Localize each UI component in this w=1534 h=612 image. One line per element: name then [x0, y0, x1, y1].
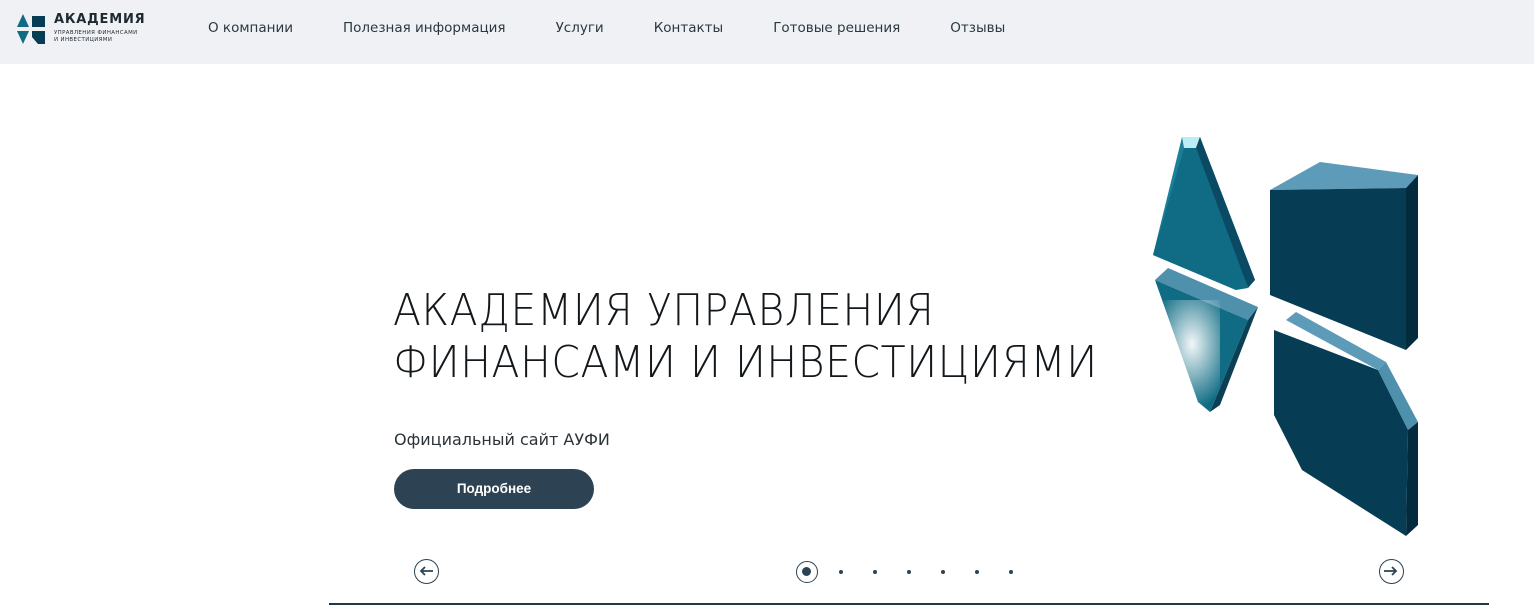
hero-title-line1: АКАДЕМИЯ УПРАВЛЕНИЯ: [393, 285, 935, 336]
nav-item-contacts[interactable]: Контакты: [654, 19, 723, 37]
nav-item-services[interactable]: Услуги: [556, 19, 604, 37]
slider-dot-7[interactable]: [1009, 570, 1013, 574]
site-header: АКАДЕМИЯ УПРАВЛЕНИЯ ФИНАНСАМИ И ИНВЕСТИЦ…: [0, 0, 1534, 64]
logo-subtitle-line2: И ИНВЕСТИЦИЯМИ: [54, 36, 113, 43]
logo-mark-icon: [17, 14, 45, 44]
logo-title: АКАДЕМИЯ: [54, 12, 146, 27]
slider-next-button[interactable]: [1379, 559, 1404, 584]
slider-dot-4[interactable]: [907, 570, 911, 574]
logo-subtitle: УПРАВЛЕНИЯ ФИНАНСАМИ И ИНВЕСТИЦИЯМИ: [54, 30, 164, 43]
arrow-right-icon: [1384, 566, 1398, 576]
slider-dot-2[interactable]: [839, 570, 843, 574]
hero-title-line2: ФИНАНСАМИ И ИНВЕСТИЦИЯМИ: [393, 337, 1098, 388]
slider-dot-3[interactable]: [873, 570, 877, 574]
hero-title: АКАДЕМИЯ УПРАВЛЕНИЯ ФИНАНСАМИ И ИНВЕСТИЦ…: [393, 285, 1098, 389]
slider-dot-5[interactable]: [941, 570, 945, 574]
nav-item-reviews[interactable]: Отзывы: [950, 19, 1005, 37]
nav-item-about[interactable]: О компании: [208, 19, 293, 37]
section-divider: [329, 603, 1489, 605]
more-button[interactable]: Подробнее: [394, 469, 594, 509]
slider-dot-1[interactable]: [796, 561, 818, 583]
nav-item-useful-info[interactable]: Полезная информация: [343, 19, 506, 37]
emblem-highlight: [1150, 300, 1220, 410]
hero-subtitle: Официальный сайт АУФИ: [394, 430, 610, 449]
logo-subtitle-line1: УПРАВЛЕНИЯ ФИНАНСАМИ: [54, 30, 138, 36]
slider-dot-6[interactable]: [975, 570, 979, 574]
arrow-left-icon: [419, 566, 433, 576]
main-nav: О компании Полезная информация Услуги Ко…: [208, 19, 1055, 37]
logo[interactable]: АКАДЕМИЯ УПРАВЛЕНИЯ ФИНАНСАМИ И ИНВЕСТИЦ…: [16, 11, 156, 47]
slider-prev-button[interactable]: [414, 559, 439, 584]
slider-pagination: [796, 561, 1026, 583]
nav-item-solutions[interactable]: Готовые решения: [773, 19, 900, 37]
